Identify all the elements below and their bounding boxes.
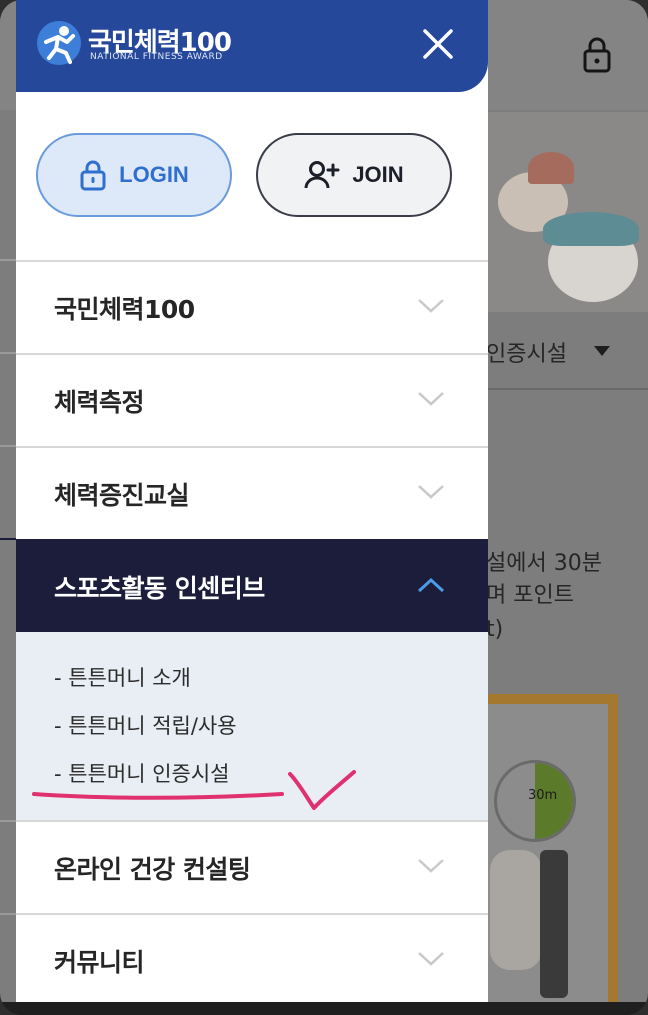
add-user-icon	[304, 161, 340, 189]
chevron-down-icon	[418, 299, 444, 313]
chevron-down-icon	[418, 392, 444, 406]
divider	[0, 913, 16, 915]
close-icon[interactable]	[418, 24, 458, 64]
menu-item-label: 체력증진교실	[54, 481, 190, 510]
divider	[0, 445, 16, 447]
drawer-header: 국민체력100 NATIONAL FITNESS AWARD	[16, 0, 488, 92]
submenu-item-money-earn-use[interactable]: - 튼튼머니 적립/사용	[54, 710, 237, 740]
background-text-line: 며 포인트	[486, 583, 574, 608]
lock-icon	[80, 160, 106, 191]
menu-item-fitness-measurement[interactable]: 체력측정	[16, 353, 488, 446]
chevron-down-icon	[418, 952, 444, 966]
divider	[0, 352, 16, 354]
join-button[interactable]: JOIN	[256, 133, 452, 217]
submenu-item-money-intro[interactable]: - 튼튼머니 소개	[54, 662, 191, 692]
menu-item-label: 스포츠활동 인센티브	[54, 574, 265, 603]
runner-illustration	[490, 850, 542, 970]
background-select-value: 인증시설	[486, 342, 567, 367]
menu-item-label: 국민체력100	[54, 295, 195, 324]
background-banner-illustration	[488, 112, 648, 312]
menu-item-label: 체력측정	[54, 388, 145, 417]
background-text-line: t)	[486, 617, 504, 642]
login-button[interactable]: LOGIN	[36, 133, 232, 217]
divider	[0, 820, 16, 822]
menu-item-label: 커뮤니티	[54, 948, 145, 977]
main-menu: 국민체력100 체력측정 체력증진교실 스포츠활동 인센티브 - 튼튼머니 소개…	[16, 260, 488, 1002]
runner-logo-icon	[37, 21, 81, 65]
treadmill-illustration	[540, 850, 568, 998]
menu-item-national-fitness-100[interactable]: 국민체력100	[16, 260, 488, 353]
join-label: JOIN	[352, 162, 404, 187]
caret-down-icon	[594, 346, 610, 356]
chevron-up-icon	[417, 577, 445, 593]
login-label: LOGIN	[119, 162, 189, 187]
submenu-item-money-certified-facilities[interactable]: - 튼튼머니 인증시설	[54, 758, 230, 788]
logo-subtitle: NATIONAL FITNESS AWARD	[90, 52, 223, 62]
background-text-line: 설에서 30분	[486, 551, 602, 576]
timer-label: 30m	[528, 788, 558, 803]
submenu-sports-incentive: - 튼튼머니 소개 - 튼튼머니 적립/사용 - 튼튼머니 인증시설	[16, 632, 488, 820]
divider	[0, 259, 16, 261]
chevron-down-icon	[418, 485, 444, 499]
menu-item-online-health-consulting[interactable]: 온라인 건강 컨설팅	[16, 820, 488, 913]
auth-buttons: LOGIN JOIN	[16, 133, 488, 219]
menu-item-community[interactable]: 커뮤니티	[16, 913, 488, 1002]
menu-item-fitness-class[interactable]: 체력증진교실	[16, 446, 488, 539]
divider	[0, 538, 16, 540]
lock-icon[interactable]	[580, 36, 614, 74]
menu-item-sports-incentive[interactable]: 스포츠활동 인센티브	[16, 539, 488, 632]
side-drawer-menu: 국민체력100 NATIONAL FITNESS AWARD LOGIN JOI…	[16, 0, 488, 1002]
menu-item-label: 온라인 건강 컨설팅	[54, 855, 251, 884]
chevron-down-icon	[418, 859, 444, 873]
